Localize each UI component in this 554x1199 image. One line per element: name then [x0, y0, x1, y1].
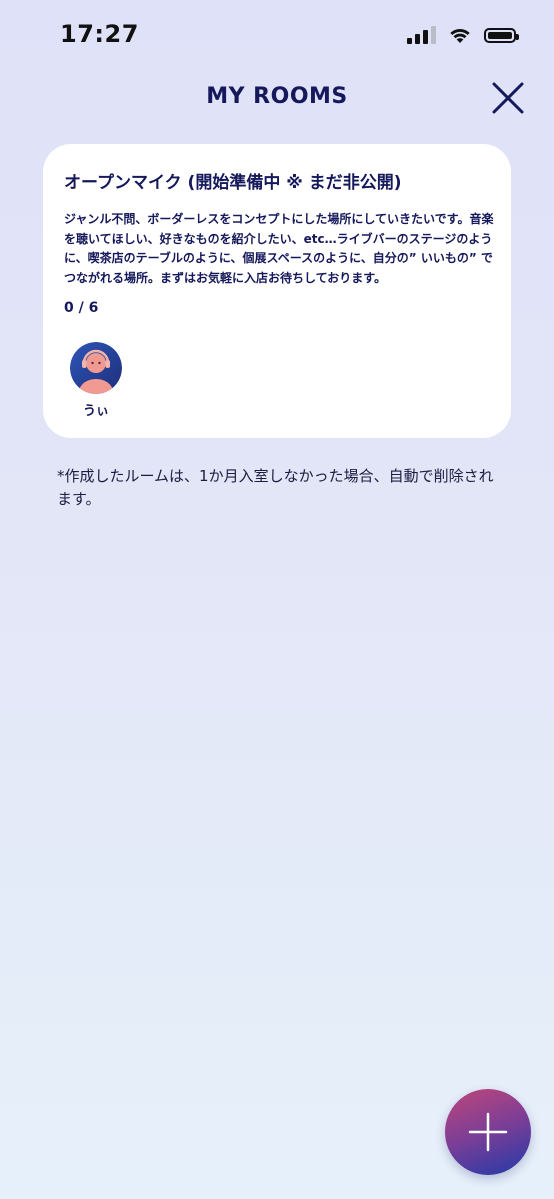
room-member[interactable]: うぃ — [68, 342, 124, 419]
close-button[interactable] — [490, 80, 526, 116]
status-icons — [407, 26, 519, 44]
page-title: MY ROOMS — [206, 84, 348, 109]
cellular-signal-icon — [407, 26, 436, 44]
room-capacity: 0 / 6 — [64, 300, 99, 316]
auto-delete-note: *作成したルームは、1か月入室しなかった場合、自動で削除されます。 — [57, 467, 494, 508]
room-title: オープンマイク (開始準備中 ※ まだ非公開) — [64, 173, 402, 193]
battery-icon — [484, 27, 519, 43]
room-description: ジャンル不問、ボーダーレスをコンセプトにした場所にしていきたいです。音楽を聴いて… — [64, 212, 494, 285]
room-card[interactable]: オープンマイク (開始準備中 ※ まだ非公開) ジャンル不問、ボーダーレスをコン… — [43, 144, 511, 438]
add-room-button[interactable] — [445, 1089, 531, 1175]
status-time: 17:27 — [60, 20, 139, 48]
avatar — [70, 342, 122, 394]
close-icon — [492, 82, 524, 114]
status-bar: 17:27 — [0, 0, 554, 76]
member-name: うぃ — [82, 404, 109, 419]
user-avatar-headphones-icon — [70, 342, 122, 394]
plus-icon — [468, 1112, 508, 1152]
wifi-icon — [450, 28, 470, 43]
